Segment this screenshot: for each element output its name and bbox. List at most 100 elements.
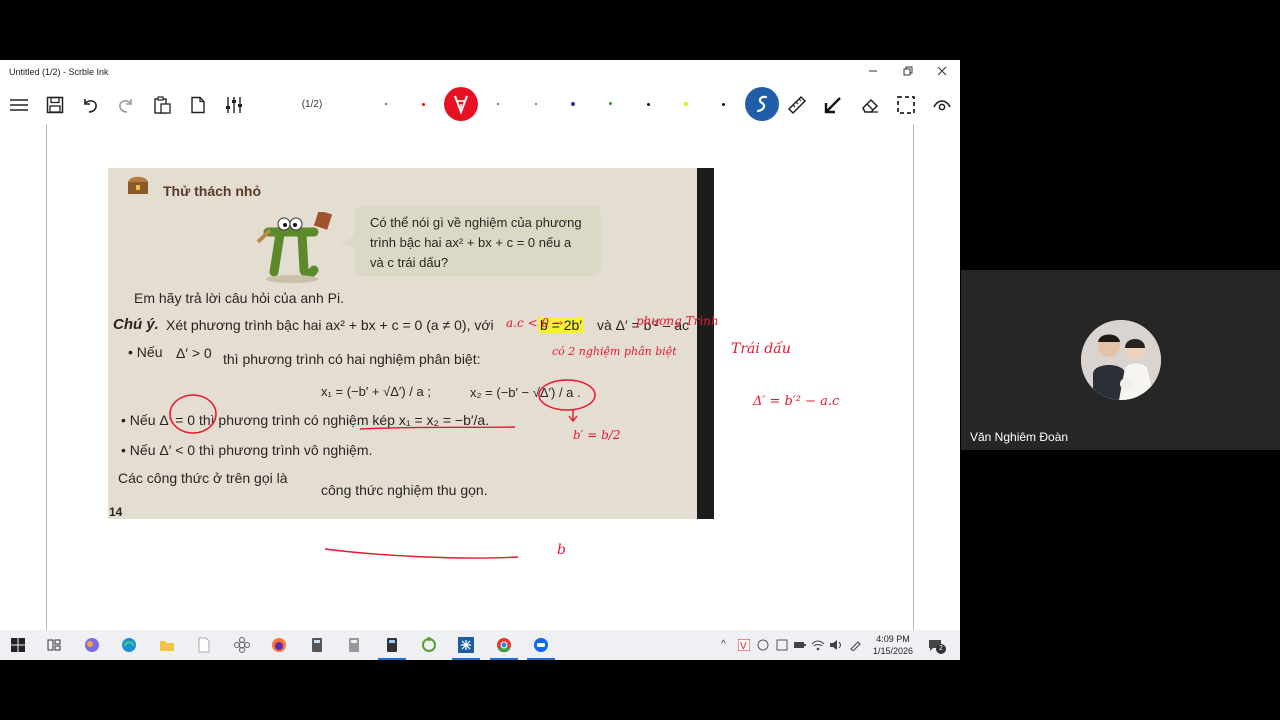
notification-center-button[interactable]: 2 bbox=[928, 638, 946, 654]
folder-icon bbox=[160, 641, 174, 651]
pen-slot-yellow[interactable] bbox=[684, 102, 688, 106]
circle-delta-positive bbox=[169, 394, 217, 434]
clock-time: 4:09 PM bbox=[876, 634, 910, 644]
vietkey-icon[interactable]: V bbox=[738, 639, 750, 651]
copilot-app[interactable] bbox=[84, 637, 100, 653]
couple-photo bbox=[1081, 320, 1161, 400]
calculator-icon bbox=[387, 638, 397, 652]
minimize-icon bbox=[869, 70, 877, 72]
running-indicator bbox=[490, 658, 518, 660]
window-title: Untitled (1/2) - Scrble Ink bbox=[9, 67, 109, 77]
zalo-app[interactable] bbox=[533, 637, 549, 653]
present-button[interactable] bbox=[927, 90, 957, 120]
undo-button[interactable] bbox=[75, 90, 105, 120]
calculator-app-3[interactable] bbox=[384, 637, 400, 653]
lasso-tool-button[interactable] bbox=[745, 87, 779, 121]
minimize-button[interactable] bbox=[862, 64, 884, 82]
running-indicator bbox=[527, 658, 555, 660]
ink-b-letter: b bbox=[557, 542, 566, 558]
pen-slot-green[interactable] bbox=[609, 102, 612, 105]
eraser-button[interactable] bbox=[855, 90, 885, 120]
geogebra-app[interactable] bbox=[421, 637, 437, 653]
menu-button[interactable] bbox=[4, 90, 34, 120]
participant-name: Văn Nghiêm Đoàn bbox=[970, 430, 1069, 444]
close-button[interactable] bbox=[931, 64, 953, 82]
flower-icon bbox=[234, 637, 250, 653]
paste-button[interactable] bbox=[147, 90, 177, 120]
pen-slot-purple[interactable] bbox=[571, 102, 575, 106]
system-clock[interactable]: 4:09 PM 1/15/2026 bbox=[868, 633, 918, 657]
underline-two-roots bbox=[359, 426, 516, 430]
show-hidden-icons-chevron-up-icon[interactable]: ^ bbox=[721, 639, 726, 650]
pen-slot-5[interactable] bbox=[535, 103, 537, 105]
ink-b-prime: b′ = b/2 bbox=[573, 428, 621, 442]
eye-icon bbox=[933, 100, 951, 111]
firefox-icon bbox=[272, 638, 286, 652]
ink-co-hai-nghiem: có 2 nghiệm phân biệt bbox=[552, 345, 677, 358]
start-button[interactable] bbox=[10, 637, 26, 653]
scrble-ink-app[interactable] bbox=[458, 637, 474, 653]
battery-icon[interactable] bbox=[793, 639, 807, 651]
chrome-app[interactable] bbox=[496, 637, 512, 653]
circle-b-2b-prime bbox=[538, 379, 596, 411]
select-region-button[interactable] bbox=[891, 90, 921, 120]
eraser-icon bbox=[862, 98, 879, 113]
clipboard-icon bbox=[154, 96, 171, 114]
toolbar: (1/2) bbox=[0, 86, 960, 124]
redo-button[interactable] bbox=[111, 90, 141, 120]
ink-canvas[interactable]: Thử thách nhỏ Có thể nói gì về nghiệm củ… bbox=[0, 124, 960, 632]
svg-text:V: V bbox=[740, 641, 747, 651]
pen-input-icon[interactable] bbox=[849, 639, 861, 651]
windows-logo-icon bbox=[11, 638, 25, 652]
pen-tip-icon bbox=[454, 95, 468, 114]
wifi-icon[interactable] bbox=[811, 639, 825, 651]
notepad-app[interactable] bbox=[196, 637, 212, 653]
task-view-button[interactable] bbox=[46, 637, 62, 653]
scrble-ink-icon bbox=[458, 637, 474, 653]
participant-video-tile: Văn Nghiêm Đoàn bbox=[961, 270, 1280, 450]
volume-icon[interactable] bbox=[829, 639, 843, 651]
ink-strokes bbox=[169, 379, 596, 559]
pen-slot-black[interactable] bbox=[647, 103, 650, 106]
undo-icon bbox=[84, 99, 97, 113]
sliders-icon bbox=[226, 97, 242, 113]
ink-delta-formula: Δ′ = b′² − a.c bbox=[753, 394, 840, 409]
firefox-app[interactable] bbox=[271, 637, 287, 653]
ruler-icon bbox=[787, 95, 807, 115]
pen-slot-black-2[interactable] bbox=[722, 103, 725, 106]
page-icon bbox=[191, 96, 205, 114]
save-button[interactable] bbox=[40, 90, 70, 120]
clock-date: 1/15/2026 bbox=[872, 646, 914, 656]
settings-button[interactable] bbox=[219, 90, 249, 120]
underline-reduced-formula bbox=[324, 548, 519, 559]
pen-slot-4[interactable] bbox=[497, 103, 499, 105]
hamburger-icon bbox=[10, 99, 28, 111]
zalo-icon bbox=[534, 638, 548, 652]
copilot-icon bbox=[85, 638, 99, 652]
dashed-selection-icon bbox=[897, 96, 915, 114]
flower-app[interactable] bbox=[234, 637, 250, 653]
active-red-pen-button[interactable] bbox=[444, 87, 478, 121]
redo-icon bbox=[119, 99, 132, 113]
file-explorer-app[interactable] bbox=[159, 637, 175, 653]
document-icon bbox=[198, 637, 210, 653]
title-bar: Untitled (1/2) - Scrble Ink bbox=[0, 60, 960, 86]
pen-slot-1[interactable] bbox=[385, 103, 387, 105]
app-tray-icon[interactable] bbox=[776, 639, 788, 651]
arrow-down-stroke bbox=[568, 409, 578, 423]
calculator-app-1[interactable] bbox=[309, 637, 325, 653]
ruler-button[interactable] bbox=[782, 90, 812, 120]
new-page-button[interactable] bbox=[183, 90, 213, 120]
page-indicator: (1/2) bbox=[301, 99, 323, 110]
pointer-button[interactable] bbox=[818, 90, 848, 120]
calculator-icon bbox=[312, 638, 322, 652]
calculator-app-2[interactable] bbox=[346, 637, 362, 653]
pen-slot-2[interactable] bbox=[422, 103, 425, 106]
scrble-ink-window: Untitled (1/2) - Scrble Ink (1/2) Thử th… bbox=[0, 60, 960, 660]
edge-app[interactable] bbox=[121, 637, 137, 653]
geogebra-icon bbox=[422, 637, 436, 652]
ink-phuong-trinh: phương Trình bbox=[636, 314, 719, 328]
edge-icon bbox=[122, 638, 136, 652]
restore-button[interactable] bbox=[897, 64, 919, 82]
cloud-icon[interactable] bbox=[757, 639, 769, 651]
